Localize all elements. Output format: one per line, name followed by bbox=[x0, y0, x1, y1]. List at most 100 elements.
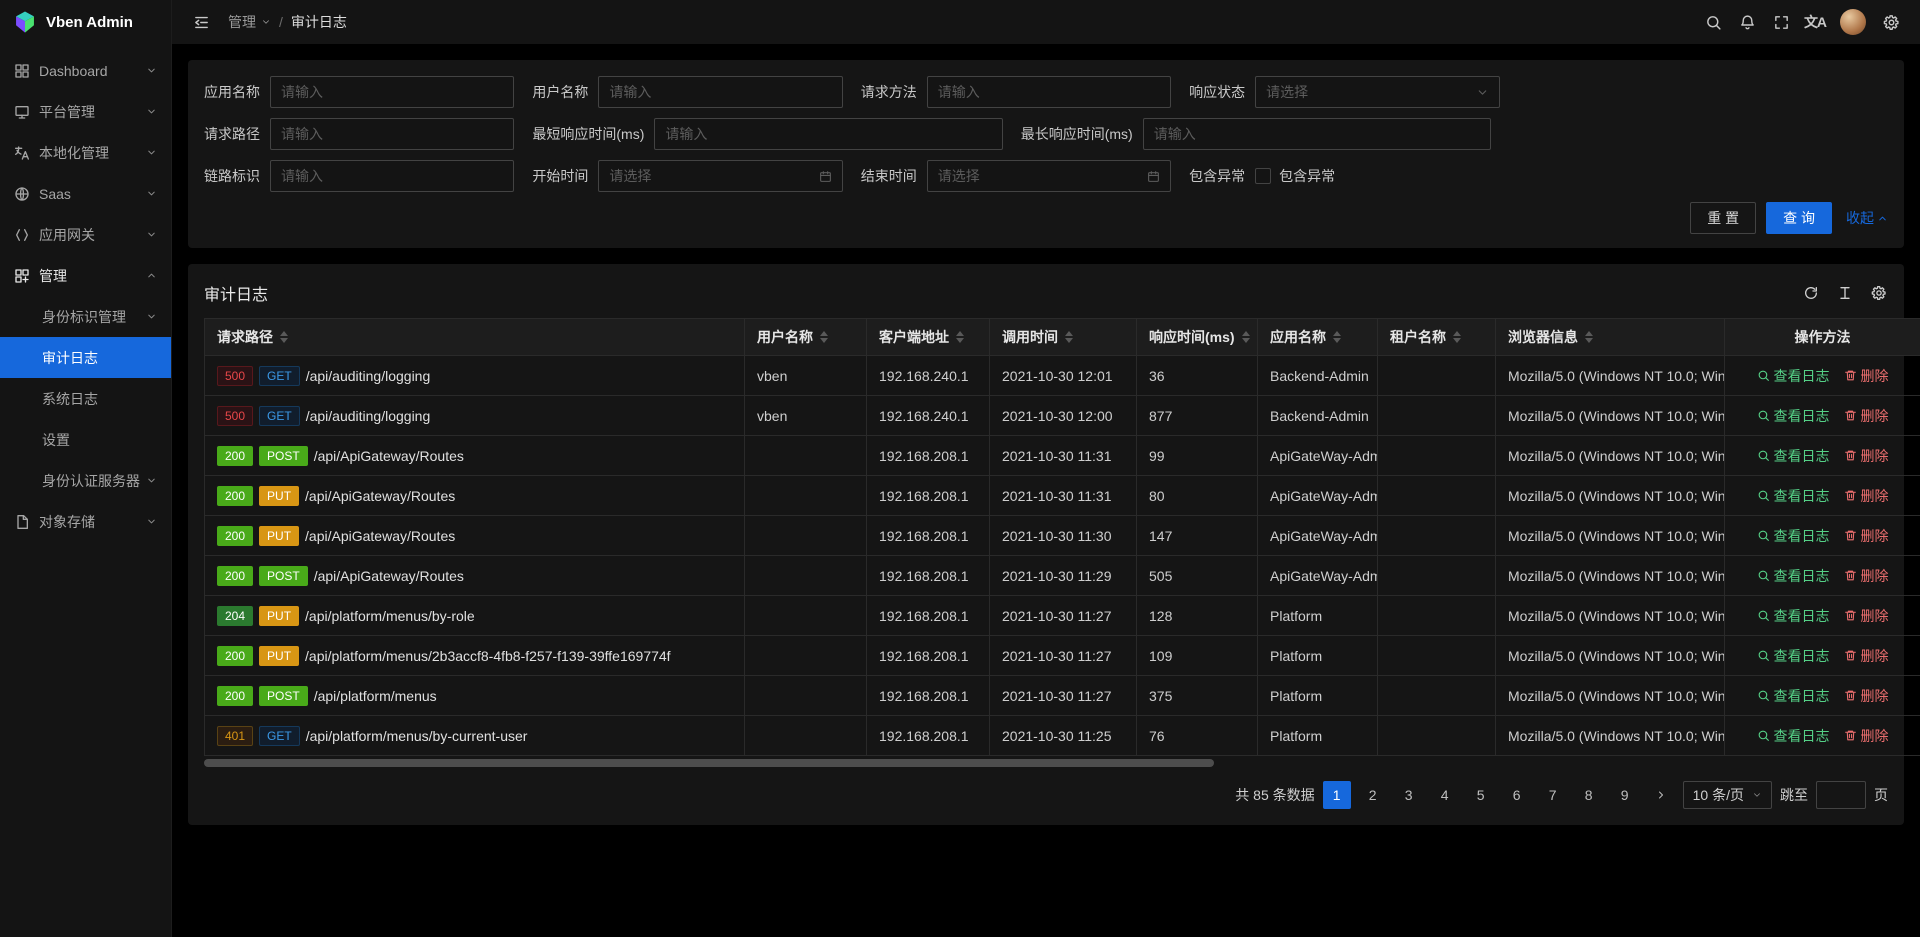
page-button[interactable]: 7 bbox=[1539, 781, 1567, 809]
view-log-button[interactable]: 查看日志 bbox=[1757, 446, 1830, 466]
delete-button[interactable]: 删除 bbox=[1844, 446, 1889, 466]
sidebar-item[interactable]: 系统日志 bbox=[0, 378, 171, 419]
sort-icon bbox=[280, 331, 288, 343]
view-log-button[interactable]: 查看日志 bbox=[1757, 526, 1830, 546]
page-button[interactable]: 2 bbox=[1359, 781, 1387, 809]
collapse-link[interactable]: 收起 bbox=[1846, 208, 1888, 228]
status-tag: 200 bbox=[217, 446, 253, 466]
view-log-button[interactable]: 查看日志 bbox=[1757, 726, 1830, 746]
notification-button[interactable] bbox=[1732, 7, 1762, 37]
column-header[interactable]: 租户名称 bbox=[1378, 319, 1496, 356]
call-time-cell: 2021-10-30 12:01 bbox=[990, 356, 1137, 396]
sidebar-item[interactable]: 本地化管理 bbox=[0, 132, 171, 173]
delete-button[interactable]: 删除 bbox=[1844, 646, 1889, 666]
translate-button[interactable]: 文A bbox=[1800, 7, 1830, 37]
column-height-button[interactable] bbox=[1836, 284, 1854, 302]
sidebar-item[interactable]: 平台管理 bbox=[0, 91, 171, 132]
column-header[interactable]: 请求路径 bbox=[205, 319, 745, 356]
delete-button[interactable]: 删除 bbox=[1844, 406, 1889, 426]
horizontal-scrollbar-thumb[interactable] bbox=[204, 759, 1214, 767]
app-name-cell: ApiGateWay-Admin bbox=[1258, 556, 1378, 596]
page-button[interactable]: 3 bbox=[1395, 781, 1423, 809]
storage-icon bbox=[14, 514, 30, 530]
column-header[interactable]: 用户名称 bbox=[745, 319, 867, 356]
view-log-button[interactable]: 查看日志 bbox=[1757, 646, 1830, 666]
filter-text-input[interactable] bbox=[1143, 118, 1491, 150]
delete-button[interactable]: 删除 bbox=[1844, 566, 1889, 586]
filter-field-label: 包含异常 bbox=[1189, 166, 1245, 186]
column-header-label: 浏览器信息 bbox=[1508, 327, 1578, 347]
delete-button[interactable]: 删除 bbox=[1844, 726, 1889, 746]
view-log-button[interactable]: 查看日志 bbox=[1757, 406, 1830, 426]
view-log-button[interactable]: 查看日志 bbox=[1757, 486, 1830, 506]
response-time-cell: 80 bbox=[1137, 476, 1258, 516]
settings-button[interactable] bbox=[1870, 284, 1888, 302]
response-time-cell: 99 bbox=[1137, 436, 1258, 476]
magnifier-icon bbox=[1757, 649, 1770, 662]
sidebar-item[interactable]: 身份标识管理 bbox=[0, 296, 171, 337]
column-header[interactable]: 客户端地址 bbox=[867, 319, 990, 356]
next-page-button[interactable] bbox=[1647, 781, 1675, 809]
page-button[interactable]: 4 bbox=[1431, 781, 1459, 809]
filter-text-input[interactable] bbox=[270, 76, 514, 108]
fullscreen-button[interactable] bbox=[1766, 7, 1796, 37]
sidebar-item[interactable]: 身份认证服务器 bbox=[0, 460, 171, 501]
view-log-button[interactable]: 查看日志 bbox=[1757, 606, 1830, 626]
delete-button[interactable]: 删除 bbox=[1844, 606, 1889, 626]
page-button[interactable]: 6 bbox=[1503, 781, 1531, 809]
filter-text-input[interactable] bbox=[654, 118, 1002, 150]
reset-button[interactable]: 重 置 bbox=[1690, 202, 1756, 234]
page-size-select[interactable]: 10 条/页 bbox=[1683, 781, 1772, 809]
column-header[interactable]: 应用名称 bbox=[1258, 319, 1378, 356]
checkbox-label: 包含异常 bbox=[1279, 166, 1335, 186]
logo[interactable]: Vben Admin bbox=[0, 0, 171, 44]
settings-button[interactable] bbox=[1876, 7, 1906, 37]
delete-button[interactable]: 删除 bbox=[1844, 366, 1889, 386]
delete-button[interactable]: 删除 bbox=[1844, 486, 1889, 506]
request-path-cell: 204PUT/api/platform/menus/by-role bbox=[205, 596, 745, 636]
filter-date-input[interactable] bbox=[927, 160, 1171, 192]
sidebar-item[interactable]: 管理 bbox=[0, 255, 171, 296]
filter-date-input[interactable] bbox=[598, 160, 842, 192]
filter-text-input[interactable] bbox=[270, 118, 514, 150]
column-header[interactable]: 浏览器信息 bbox=[1496, 319, 1725, 356]
column-header[interactable]: 响应时间(ms) bbox=[1137, 319, 1258, 356]
sidebar-item[interactable]: 设置 bbox=[0, 419, 171, 460]
request-path: /api/platform/menus bbox=[314, 688, 437, 704]
refresh-button[interactable] bbox=[1802, 284, 1820, 302]
delete-button[interactable]: 删除 bbox=[1844, 686, 1889, 706]
breadcrumb-item-manage[interactable]: 管理 bbox=[228, 12, 271, 32]
actions-cell: 查看日志删除 bbox=[1725, 396, 1920, 436]
breadcrumb-item-audit-log: 审计日志 bbox=[291, 12, 347, 32]
filter-text-input[interactable] bbox=[270, 160, 514, 192]
search-button[interactable] bbox=[1698, 7, 1728, 37]
view-log-button[interactable]: 查看日志 bbox=[1757, 366, 1830, 386]
manage-icon bbox=[14, 268, 30, 284]
sidebar-item[interactable]: Saas bbox=[0, 173, 171, 214]
view-log-button[interactable]: 查看日志 bbox=[1757, 686, 1830, 706]
jump-page-input[interactable] bbox=[1816, 781, 1866, 809]
actions-cell: 查看日志删除 bbox=[1725, 636, 1920, 676]
page-button[interactable]: 1 bbox=[1323, 781, 1351, 809]
menu-fold-button[interactable] bbox=[186, 7, 216, 37]
sidebar-item[interactable]: 审计日志 bbox=[0, 337, 171, 378]
include-exception-checkbox[interactable] bbox=[1255, 168, 1271, 184]
delete-button[interactable]: 删除 bbox=[1844, 526, 1889, 546]
sidebar-item[interactable]: Dashboard bbox=[0, 50, 171, 91]
page-button[interactable]: 5 bbox=[1467, 781, 1495, 809]
page-button[interactable]: 9 bbox=[1611, 781, 1639, 809]
column-header[interactable]: 调用时间 bbox=[990, 319, 1137, 356]
view-log-button[interactable]: 查看日志 bbox=[1757, 566, 1830, 586]
filter-text-input[interactable] bbox=[927, 76, 1171, 108]
avatar[interactable] bbox=[1840, 9, 1866, 35]
sidebar-item[interactable]: 应用网关 bbox=[0, 214, 171, 255]
page-button[interactable]: 8 bbox=[1575, 781, 1603, 809]
calendar-icon bbox=[1147, 170, 1160, 183]
chevron-down-icon bbox=[146, 106, 157, 117]
browser-info-cell: Mozilla/5.0 (Windows NT 10.0; Win... bbox=[1496, 356, 1725, 396]
filter-select[interactable] bbox=[1255, 76, 1499, 108]
filter-text-input[interactable] bbox=[598, 76, 842, 108]
search-icon bbox=[1705, 14, 1722, 31]
sidebar-item[interactable]: 对象存储 bbox=[0, 501, 171, 542]
query-button[interactable]: 查 询 bbox=[1766, 202, 1832, 234]
